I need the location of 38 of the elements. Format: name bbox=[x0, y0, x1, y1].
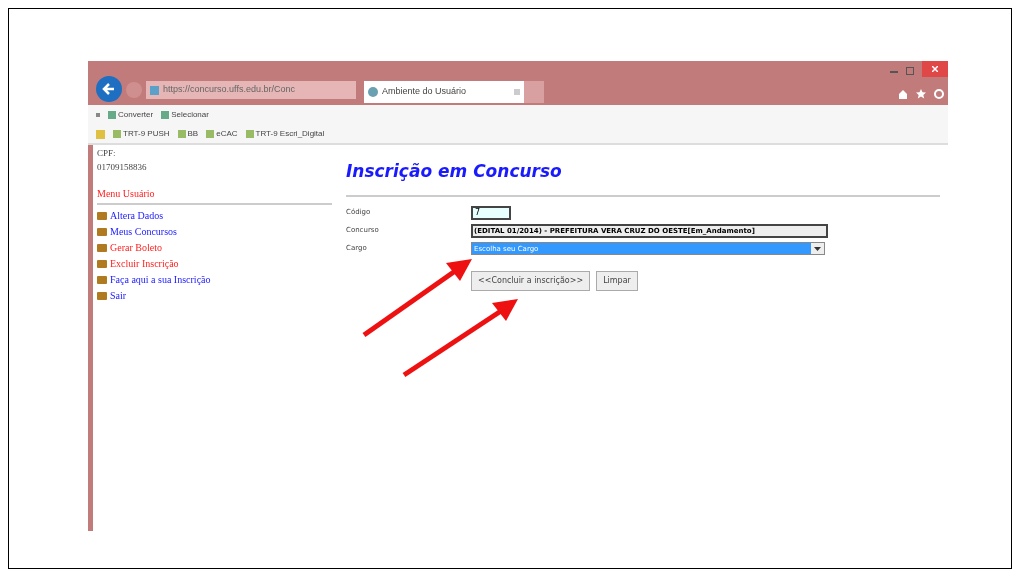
maximize-icon[interactable] bbox=[906, 67, 914, 75]
command-button[interactable]: Selecionar bbox=[161, 109, 209, 121]
site-icon bbox=[177, 130, 186, 138]
cpf-value: 01709158836 bbox=[97, 160, 148, 174]
menu-link[interactable]: Faça aqui a sua Inscrição bbox=[97, 272, 211, 288]
close-icon bbox=[932, 66, 938, 72]
menu-link[interactable]: Meus Concursos bbox=[97, 224, 177, 240]
browser-tab[interactable]: Ambiente do Usuário bbox=[364, 81, 524, 103]
site-icon bbox=[113, 130, 121, 138]
tool-icon bbox=[161, 111, 170, 119]
menu-link[interactable]: Sair bbox=[97, 288, 127, 304]
favorite-link[interactable]: TRT-9 PUSH bbox=[113, 128, 170, 140]
settings-icon[interactable] bbox=[934, 89, 944, 99]
page-icon bbox=[150, 85, 159, 95]
home-icon[interactable] bbox=[898, 89, 908, 99]
menu-link[interactable]: Excluir Inscrição bbox=[97, 256, 179, 272]
form-button[interactable]: <<Concluir a inscrição>> bbox=[471, 270, 591, 291]
page-heading: Inscrição em Concurso bbox=[346, 160, 563, 183]
favorite-link[interactable]: TRT-9 Escri_Digital bbox=[245, 128, 325, 140]
address-text: https://concurso.uffs.edu.br/Conc bbox=[163, 83, 295, 97]
close-button[interactable] bbox=[922, 61, 948, 77]
dropdown-arrow-icon[interactable] bbox=[811, 243, 824, 254]
site-icon bbox=[245, 130, 254, 138]
form-button[interactable]: Limpar bbox=[596, 270, 638, 291]
code-field[interactable]: 7 bbox=[471, 205, 511, 220]
tool-icon bbox=[108, 111, 116, 119]
cpf-label: CPF: bbox=[97, 147, 117, 160]
menu-link[interactable]: Gerar Boleto bbox=[97, 240, 162, 256]
command-button[interactable]: Converter bbox=[108, 109, 154, 121]
favorite-link[interactable]: eCAC bbox=[206, 128, 238, 140]
star-icon[interactable] bbox=[916, 89, 926, 99]
menu-link[interactable]: Altera Dados bbox=[97, 208, 164, 224]
globe-icon bbox=[368, 87, 378, 97]
back-arrow-icon bbox=[102, 82, 116, 96]
favorite-link[interactable]: BB bbox=[177, 128, 199, 140]
back-button[interactable] bbox=[96, 76, 122, 102]
menu-title: Menu Usuário bbox=[97, 187, 156, 201]
site-icon bbox=[206, 130, 215, 138]
